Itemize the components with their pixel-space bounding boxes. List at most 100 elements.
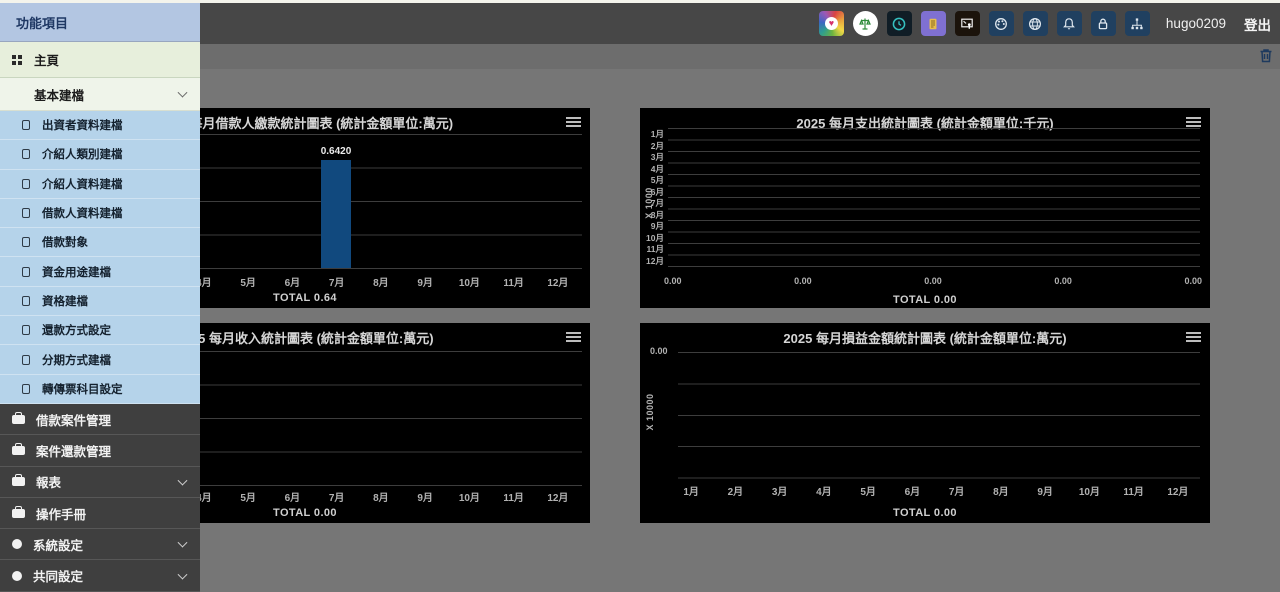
x-axis-tick-label: 0.00: [664, 276, 682, 286]
y-axis-month-label: 10月: [640, 233, 664, 245]
x-axis-month-label: 8月: [359, 274, 403, 289]
x-axis-month-label: 5月: [226, 274, 270, 289]
sidebar-item-label: 案件還款管理: [36, 441, 111, 460]
sidebar-item[interactable]: 報表: [0, 467, 200, 498]
sidebar-item-label: 借款案件管理: [36, 410, 111, 429]
chevron-down-icon: [178, 88, 188, 98]
chevron-down-icon: [178, 569, 188, 579]
square-icon: [22, 149, 30, 159]
y-axis-month-label: 1月: [640, 129, 664, 141]
presentation-icon[interactable]: [955, 11, 980, 36]
sidebar-item-label: 主頁: [34, 50, 59, 69]
chevron-down-icon: [178, 538, 188, 548]
chart-menu-icon[interactable]: [1186, 117, 1201, 127]
y-axis-month-label: 9月: [640, 221, 664, 233]
x-axis-month-label: 1月: [669, 483, 713, 498]
y-axis: 1月2月3月4月5月6月7月8月9月10月11月12月: [640, 129, 664, 267]
square-icon: [22, 325, 30, 335]
square-icon: [22, 384, 30, 394]
clock-icon[interactable]: [887, 11, 912, 36]
plot-area: [678, 352, 1200, 479]
sidebar-subitem-label: 資金用途建檔: [42, 264, 111, 280]
sidebar-subitem[interactable]: 介紹人類別建檔: [0, 140, 200, 169]
username: hugo0209: [1166, 16, 1226, 31]
square-icon: [22, 237, 30, 247]
x-axis-month-label: 4月: [802, 483, 846, 498]
sidebar-subitem[interactable]: 還款方式設定: [0, 316, 200, 345]
globe-icon[interactable]: [1023, 11, 1048, 36]
sidebar-subitem[interactable]: 借款人資料建檔: [0, 199, 200, 228]
bell-icon[interactable]: [1057, 11, 1082, 36]
sidebar-item-label: 操作手冊: [36, 504, 86, 523]
circle-icon: [12, 539, 22, 549]
x-axis-month-label: 9月: [403, 274, 447, 289]
palette-icon[interactable]: [989, 11, 1014, 36]
sidebar-item[interactable]: 案件還款管理: [0, 435, 200, 466]
square-icon: [22, 296, 30, 306]
x-axis-month-label: 2月: [713, 483, 757, 498]
logo-icon[interactable]: ♥: [819, 11, 844, 36]
y-axis-month-label: 2月: [640, 141, 664, 153]
x-axis-tick-label: 0.00: [924, 276, 942, 286]
sidebar-item-home[interactable]: 主頁: [0, 42, 200, 78]
briefcase-icon: [12, 477, 25, 486]
x-axis-month-label: 7月: [315, 274, 359, 289]
sidebar-subitem[interactable]: 資格建檔: [0, 287, 200, 316]
y-axis-unit-label: X 10000: [645, 386, 655, 438]
square-icon: [22, 120, 30, 130]
briefcase-icon: [12, 446, 25, 455]
scroll-icon[interactable]: [921, 11, 946, 36]
x-axis-month-label: 8月: [359, 489, 403, 504]
sidebar-subitem-label: 借款人資料建檔: [42, 205, 123, 221]
x-axis-month-label: 11月: [492, 489, 536, 504]
sidebar-subitem-label: 還款方式設定: [42, 322, 111, 338]
sidebar-subitem[interactable]: 借款對象: [0, 228, 200, 257]
y-axis-month-label: 3月: [640, 152, 664, 164]
sidebar-section-list: 借款案件管理案件還款管理報表操作手冊系統設定共同設定: [0, 404, 200, 592]
x-axis-month-label: 6月: [890, 483, 934, 498]
sitemap-icon[interactable]: [1125, 11, 1150, 36]
sidebar-subitem-label: 分期方式建檔: [42, 352, 111, 368]
chart-menu-icon[interactable]: [566, 332, 581, 342]
sidebar-subitem[interactable]: 資金用途建檔: [0, 257, 200, 286]
chart-total: TOTAL 0.00: [640, 507, 1210, 519]
lock-icon[interactable]: [1091, 11, 1116, 36]
sidebar-item-label: 共同設定: [33, 566, 83, 585]
sidebar-subitem[interactable]: 分期方式建檔: [0, 345, 200, 374]
heart-icon: ♥: [825, 17, 838, 30]
chart-panel-expense: 2025 每月支出統計圖表 (統計金額單位:千元) X 1000 1月2月3月4…: [640, 108, 1210, 308]
bar-july: [321, 160, 351, 268]
sidebar-item[interactable]: 借款案件管理: [0, 404, 200, 435]
chart-menu-icon[interactable]: [1186, 332, 1201, 342]
logout-button[interactable]: 登出: [1244, 14, 1271, 34]
y-axis-month-label: 11月: [640, 244, 664, 256]
sidebar-subitem-label: 介紹人資料建檔: [42, 176, 123, 192]
x-axis-month-label: 9月: [403, 489, 447, 504]
sidebar-item[interactable]: 共同設定: [0, 560, 200, 591]
x-axis-month-label: 5月: [226, 489, 270, 504]
y-axis-tick-label: 0.00: [650, 346, 668, 356]
sidebar-subitem[interactable]: 出資者資料建檔: [0, 111, 200, 140]
sidebar: 功能項目 主頁 基本建檔 出資者資料建檔介紹人類別建檔介紹人資料建檔借款人資料建…: [0, 0, 200, 592]
sidebar-item[interactable]: 操作手冊: [0, 498, 200, 529]
trash-icon[interactable]: [1259, 48, 1273, 69]
chart-menu-icon[interactable]: [566, 117, 581, 127]
chart-panel-profit: 2025 每月損益金額統計圖表 (統計金額單位:萬元) 0.00 X 10000…: [640, 323, 1210, 523]
circle-icon: [12, 571, 22, 581]
sidebar-subitem-label: 資格建檔: [42, 293, 88, 309]
plot-area: [668, 128, 1200, 267]
x-axis-ticks: 0.000.000.000.000.00: [664, 276, 1202, 286]
chevron-down-icon: [178, 475, 188, 485]
sidebar-item[interactable]: 系統設定: [0, 529, 200, 560]
balance-icon[interactable]: [853, 11, 878, 36]
y-axis-month-label: 6月: [640, 187, 664, 199]
y-axis-month-label: 12月: [640, 256, 664, 268]
sidebar-subitem-label: 介紹人類別建檔: [42, 146, 123, 162]
sidebar-subitem[interactable]: 介紹人資料建檔: [0, 170, 200, 199]
sidebar-subitem[interactable]: 轉傳票科目設定: [0, 375, 200, 404]
sidebar-title: 功能項目: [0, 0, 200, 42]
bar-value-label: 0.6420: [306, 146, 366, 157]
sidebar-subitem-list: 出資者資料建檔介紹人類別建檔介紹人資料建檔借款人資料建檔借款對象資金用途建檔資格…: [0, 111, 200, 404]
sidebar-group-basic[interactable]: 基本建檔: [0, 78, 200, 111]
x-axis-month-label: 12月: [536, 489, 580, 504]
